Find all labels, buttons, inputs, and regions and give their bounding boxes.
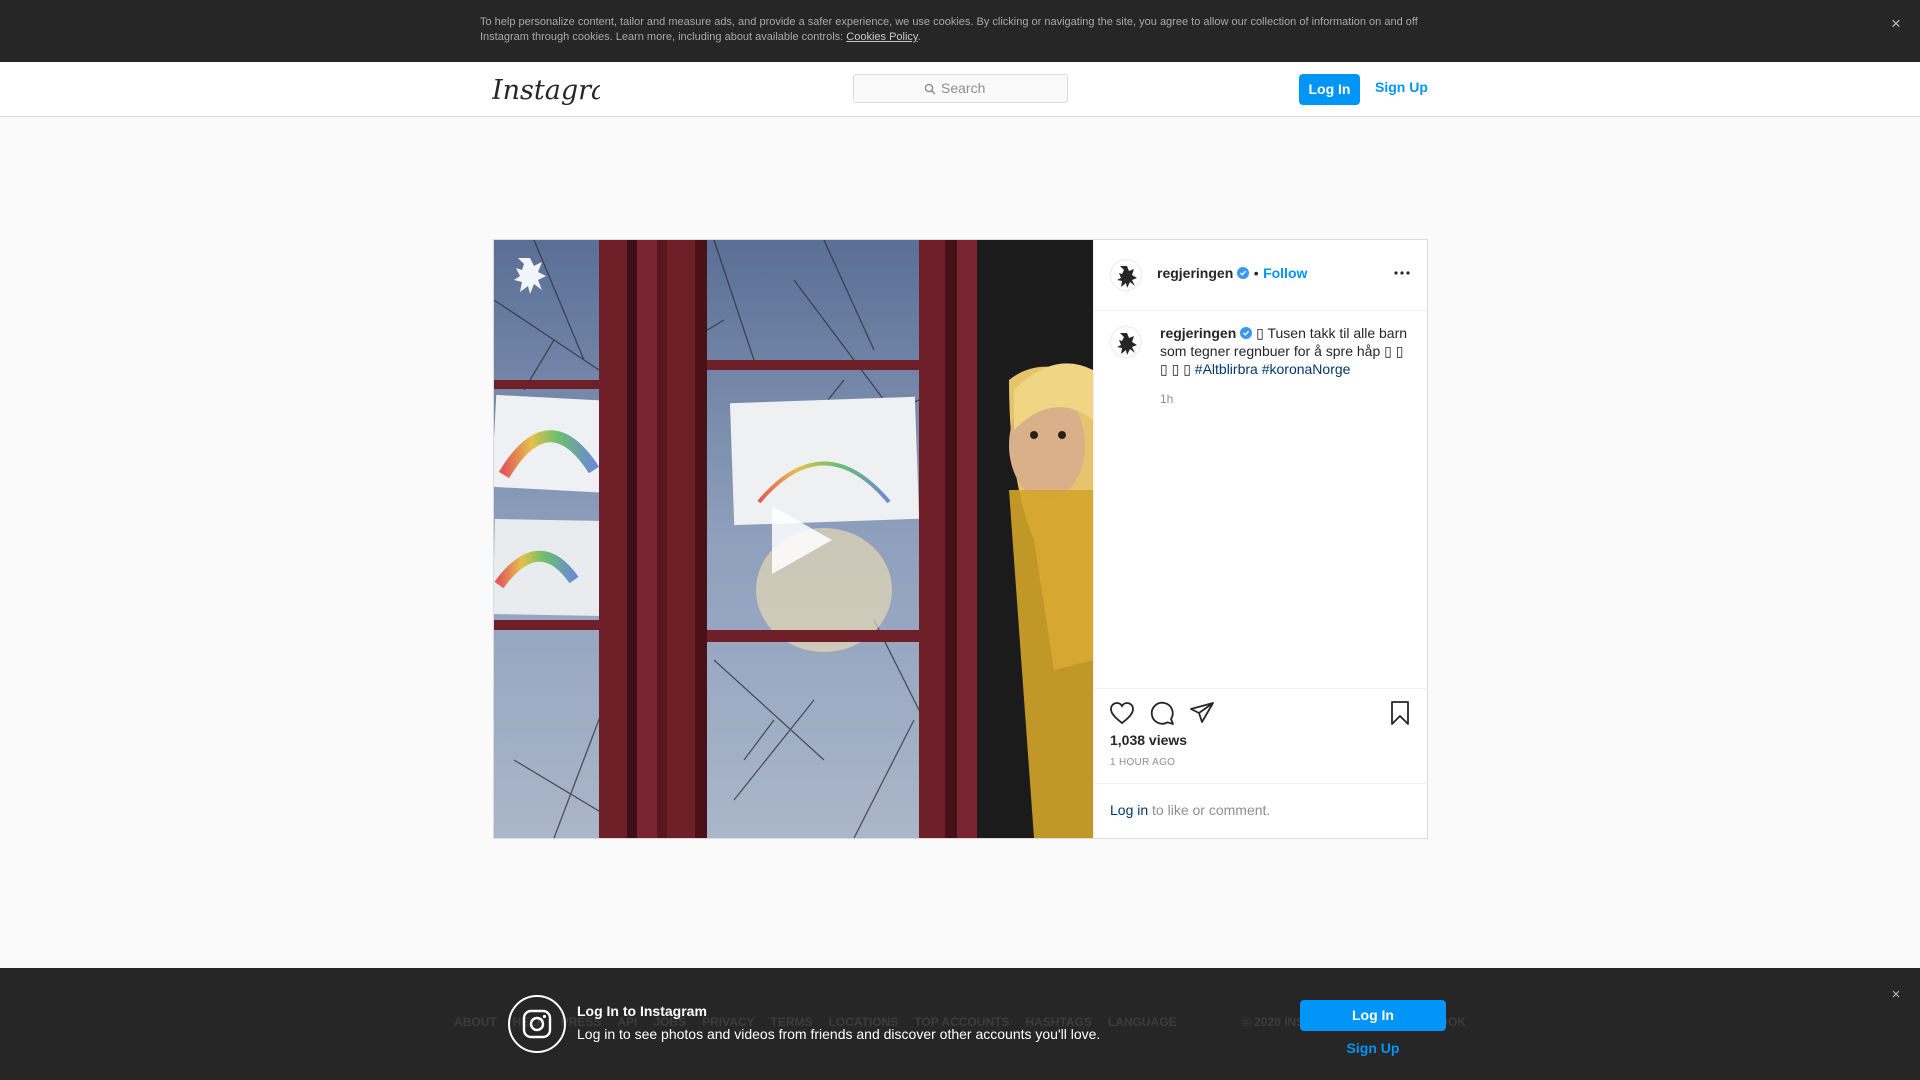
- footer-link[interactable]: ABOUT: [454, 1015, 497, 1029]
- prompt-login-button[interactable]: Log In: [1300, 1000, 1446, 1031]
- header-username[interactable]: regjeringen: [1157, 265, 1233, 281]
- caption-time: 1h: [1160, 392, 1174, 406]
- footer-link[interactable]: LANGUAGE: [1108, 1015, 1177, 1029]
- cookie-text: To help personalize content, tailor and …: [480, 15, 1430, 45]
- comment-login-link[interactable]: Log in: [1110, 802, 1148, 818]
- prompt-signup-link[interactable]: Sign Up: [1300, 1040, 1446, 1056]
- nav-login-button[interactable]: Log In: [1299, 74, 1360, 105]
- verified-badge-icon: [1237, 267, 1250, 279]
- post-caption: regjeringen ▯ Tusen takk til alle barn s…: [1160, 324, 1415, 378]
- post-header: regjeringen • Follow: [1094, 240, 1428, 311]
- separator-dot: •: [1253, 265, 1259, 281]
- logo-text: Instagram: [492, 75, 600, 106]
- caption-avatar[interactable]: [1110, 326, 1142, 358]
- nav-signup-link[interactable]: Sign Up: [1375, 79, 1428, 95]
- avatar[interactable]: [1110, 259, 1142, 291]
- login-prompt-title: Log In to Instagram: [577, 1003, 707, 1019]
- search-box[interactable]: Search: [853, 74, 1068, 103]
- comment-bar: Log in to like or comment.: [1094, 783, 1428, 839]
- cookie-close-button[interactable]: ×: [1886, 14, 1906, 34]
- cookie-text-end: .: [917, 31, 921, 43]
- post-sidebar: regjeringen • Follow regjeringen ▯ Tusen…: [1093, 240, 1428, 838]
- post-card: regjeringen • Follow regjeringen ▯ Tusen…: [493, 239, 1428, 839]
- cookie-banner: To help personalize content, tailor and …: [0, 0, 1920, 62]
- hashtag-link[interactable]: #Altblirbra: [1195, 361, 1258, 377]
- more-options-icon[interactable]: [1391, 262, 1413, 284]
- cookie-message: To help personalize content, tailor and …: [480, 16, 1418, 43]
- comment-prompt-text: to like or comment.: [1148, 802, 1271, 818]
- top-nav: Instagram Search Log In Sign Up: [0, 62, 1920, 117]
- norway-crest-icon: [514, 258, 546, 294]
- follow-button[interactable]: Follow: [1263, 265, 1307, 281]
- search-placeholder: Search: [941, 80, 986, 96]
- view-count[interactable]: 1,038 views: [1110, 732, 1187, 748]
- share-icon[interactable]: [1188, 699, 1216, 727]
- heart-icon[interactable]: [1108, 699, 1136, 727]
- post-video[interactable]: [494, 240, 1093, 838]
- instagram-logo[interactable]: Instagram: [491, 74, 633, 108]
- post-timestamp: 1 HOUR AGO: [1110, 757, 1176, 768]
- caption-verified-badge-icon: [1240, 327, 1253, 339]
- cookies-policy-link[interactable]: Cookies Policy: [846, 31, 917, 43]
- caption-area: regjeringen ▯ Tusen takk til alle barn s…: [1094, 312, 1428, 622]
- search-icon: [924, 83, 936, 95]
- header-user-line: regjeringen • Follow: [1157, 265, 1307, 283]
- prompt-close-button[interactable]: ×: [1886, 985, 1906, 1005]
- play-icon[interactable]: [766, 502, 836, 578]
- login-prompt-subtitle: Log in to see photos and videos from fri…: [577, 1026, 1101, 1042]
- hashtag-link[interactable]: #koronaNorge: [1262, 361, 1351, 377]
- post-actions: 1,038 views 1 HOUR AGO Log in to like or…: [1094, 688, 1428, 838]
- instagram-icon: [508, 995, 566, 1053]
- comment-prompt: Log in to like or comment.: [1110, 802, 1270, 818]
- login-prompt-bar: ABOUT HELP PRESS API JOBS PRIVACY TERMS LOCATIO…: [0, 968, 1920, 1080]
- comment-icon[interactable]: [1148, 699, 1176, 727]
- bookmark-icon[interactable]: [1386, 699, 1414, 727]
- caption-username[interactable]: regjeringen: [1160, 325, 1236, 341]
